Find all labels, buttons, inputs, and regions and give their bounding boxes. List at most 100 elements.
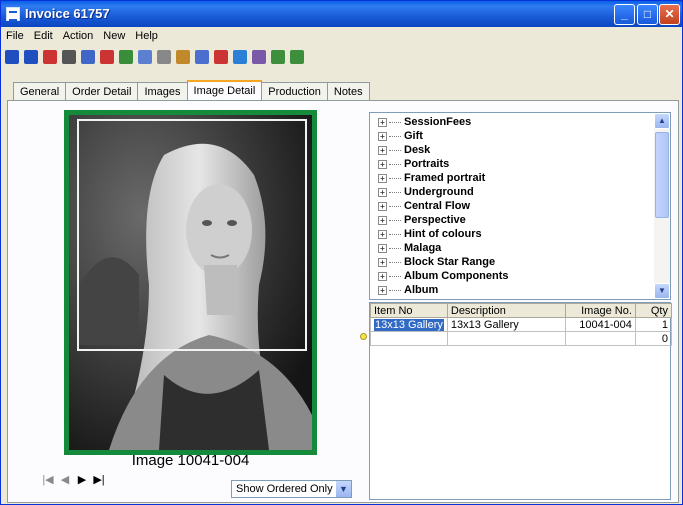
tree-node-label: Central Flow	[404, 200, 471, 212]
portrait-image[interactable]	[64, 110, 317, 455]
cell-image-no[interactable]	[564, 331, 636, 346]
tree-line	[389, 149, 401, 151]
scroll-down-icon[interactable]: ▼	[654, 283, 670, 299]
cell-image-no[interactable]: 10041-004	[564, 317, 636, 332]
column-qty[interactable]: Qty	[634, 303, 673, 318]
expand-icon[interactable]: +	[378, 285, 387, 295]
cell-item-no[interactable]: 13x13 Gallery	[370, 317, 448, 332]
check-icon[interactable]	[214, 50, 228, 64]
tree-node[interactable]: + Malaga	[378, 242, 441, 256]
tab-image-detail[interactable]: Image Detail	[186, 80, 263, 100]
cart-icon[interactable]	[290, 50, 304, 64]
order-items-grid[interactable]: Item No Description Image No. Qty 13x13 …	[369, 302, 673, 500]
table-row[interactable]: 0	[370, 331, 673, 346]
show-filter-dropdown[interactable]: Show Ordered Only ▼	[231, 480, 352, 498]
menu-help[interactable]: Help	[130, 27, 163, 45]
tree-node[interactable]: + Central Flow	[378, 200, 470, 214]
tree-node[interactable]: + Portraits	[378, 158, 449, 172]
tree-node[interactable]: + Album	[378, 284, 438, 298]
expand-icon[interactable]: +	[378, 145, 387, 155]
product-tree[interactable]: ▲ ▼ + SessionFees + Gift + Desk + Portraits + Fra…	[369, 112, 671, 300]
window-title: Invoice 61757	[25, 6, 110, 21]
card-icon[interactable]	[233, 50, 247, 64]
expand-icon[interactable]: +	[378, 257, 387, 267]
previous-image-icon[interactable]: ◀	[57, 472, 73, 488]
tree-node[interactable]: + SessionFees	[378, 116, 471, 130]
paste-icon[interactable]	[176, 50, 190, 64]
tree-node-label: Hint of colours	[404, 228, 482, 240]
first-image-icon[interactable]: |◀	[40, 472, 56, 488]
tree-node[interactable]: + Desk	[378, 144, 430, 158]
document-icon[interactable]	[81, 50, 95, 64]
cell-description[interactable]: 13x13 Gallery	[446, 317, 566, 332]
tree-node[interactable]: + Underground	[378, 186, 474, 200]
invoice-window: Invoice 61757 _ □ ✕ File Edit Action New Hel…	[0, 0, 683, 505]
image-caption: Image 10041-004	[131, 452, 250, 469]
cell-qty[interactable]: 1	[634, 317, 673, 332]
tree-line	[389, 191, 401, 193]
column-item-no[interactable]: Item No	[370, 303, 448, 318]
tree-node-label: Desk	[404, 144, 431, 156]
title-bar[interactable]: Invoice 61757 _ □ ✕	[1, 1, 682, 27]
expand-icon[interactable]: +	[378, 131, 387, 141]
tree-line	[389, 163, 401, 165]
tree-scrollbar[interactable]: ▲ ▼	[654, 113, 670, 299]
tree-node[interactable]: + Gift	[378, 130, 423, 144]
tab-general[interactable]: General	[13, 82, 67, 100]
cell-description[interactable]	[446, 331, 566, 346]
edit-icon[interactable]	[195, 50, 209, 64]
cell-item-no[interactable]	[370, 331, 448, 346]
next-image-icon[interactable]: ▶	[74, 472, 90, 488]
expand-icon[interactable]: +	[378, 159, 387, 169]
expand-icon[interactable]: +	[378, 243, 387, 253]
menu-new[interactable]: New	[98, 27, 130, 45]
camera-icon[interactable]	[252, 50, 266, 64]
menu-edit[interactable]: Edit	[29, 27, 58, 45]
email-icon[interactable]	[119, 50, 133, 64]
column-description[interactable]: Description	[446, 303, 566, 318]
minimize-button[interactable]: _	[614, 4, 635, 25]
save-close-icon[interactable]	[24, 50, 38, 64]
close-button[interactable]: ✕	[659, 4, 680, 25]
image-navigator: |◀ ◀ ▶ ▶|	[40, 472, 108, 490]
tab-production[interactable]: Production	[261, 82, 328, 100]
cell-qty[interactable]: 0	[634, 331, 673, 346]
save-icon[interactable]	[5, 50, 19, 64]
tab-images[interactable]: Images	[137, 82, 188, 100]
last-image-icon[interactable]: ▶|	[91, 472, 107, 488]
menu-file[interactable]: File	[1, 27, 29, 45]
chevron-down-icon[interactable]: ▼	[335, 481, 351, 497]
tree-node[interactable]: + Hint of colours	[378, 228, 482, 242]
expand-icon[interactable]: +	[378, 229, 387, 239]
save-new-icon[interactable]	[43, 50, 57, 64]
column-image-no[interactable]: Image No.	[564, 303, 636, 318]
tree-line	[389, 205, 401, 207]
maximize-button[interactable]: □	[637, 4, 658, 25]
tab-order-detail[interactable]: Order Detail	[65, 82, 139, 100]
tree-line	[389, 289, 401, 291]
tree-line	[389, 121, 401, 123]
scroll-up-icon[interactable]: ▲	[654, 113, 670, 129]
expand-icon[interactable]: +	[378, 201, 387, 211]
pdf-icon[interactable]	[100, 50, 114, 64]
expand-icon[interactable]: +	[378, 117, 387, 127]
expand-icon[interactable]: +	[378, 187, 387, 197]
tree-node[interactable]: + Framed portrait	[378, 172, 485, 186]
print-icon[interactable]	[62, 50, 76, 64]
tree-node[interactable]: +Classic Collections	[378, 298, 505, 299]
expand-icon[interactable]: +	[378, 215, 387, 225]
tree-node[interactable]: + Album Components	[378, 270, 509, 284]
cut-icon[interactable]	[157, 50, 171, 64]
app-icon	[6, 7, 20, 21]
menu-action[interactable]: Action	[58, 27, 99, 45]
copy-icon[interactable]	[138, 50, 152, 64]
expand-icon[interactable]: +	[378, 173, 387, 183]
show-filter-value: Show Ordered Only	[236, 483, 333, 495]
tree-node[interactable]: + Block Star Range	[378, 256, 495, 270]
expand-icon[interactable]: +	[378, 271, 387, 281]
tab-notes[interactable]: Notes	[326, 82, 370, 100]
table-row[interactable]: 13x13 Gallery 13x13 Gallery 10041-004 1	[370, 317, 673, 332]
scroll-thumb[interactable]	[655, 132, 669, 218]
tree-node[interactable]: + Perspective	[378, 214, 466, 228]
tag-icon[interactable]	[271, 50, 285, 64]
